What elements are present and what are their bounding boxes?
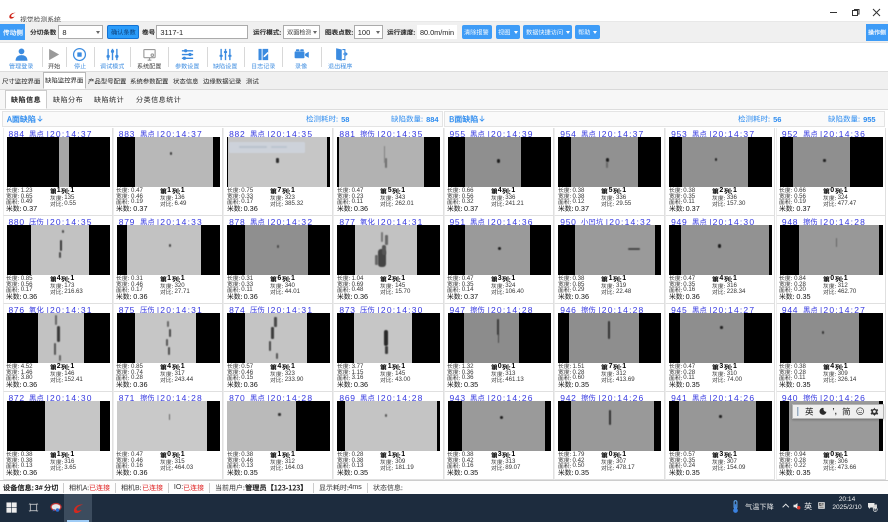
- svg-text:6: 6: [874, 508, 876, 512]
